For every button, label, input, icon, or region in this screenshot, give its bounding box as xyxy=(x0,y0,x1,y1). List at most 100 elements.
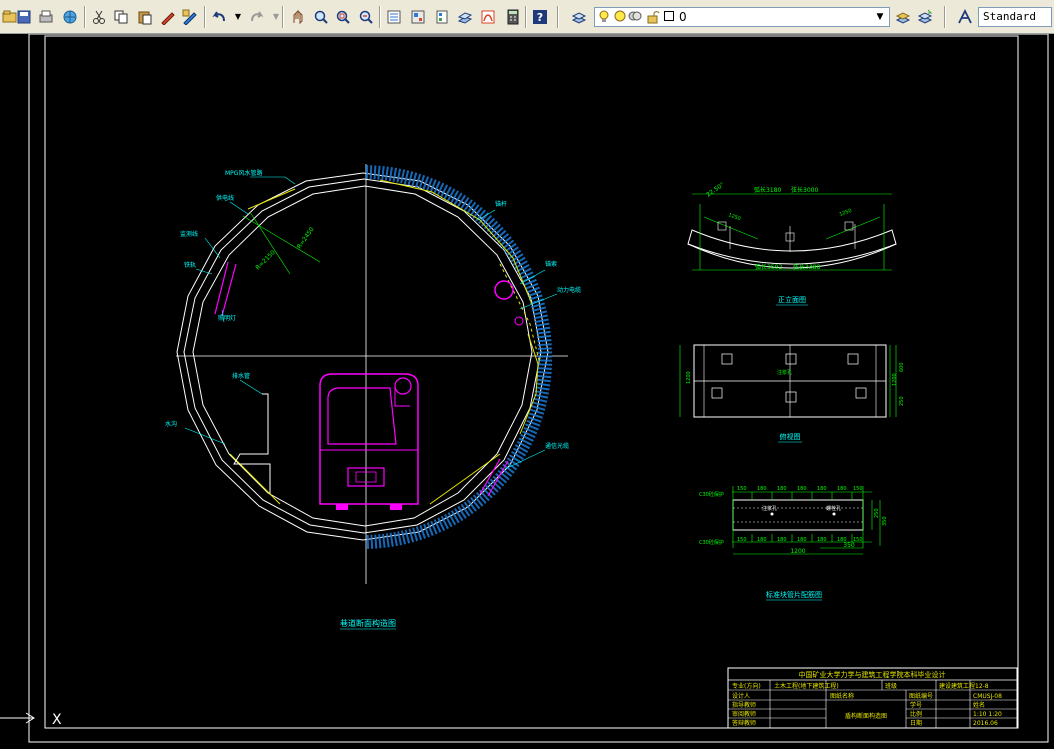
drawing-svg[interactable]: MPG风水管路 供电线 监测线 铁轨 照明灯 排水管 水沟 锚杆 锚索 动力电缆… xyxy=(0,33,1054,745)
anchor-line xyxy=(229,453,281,505)
bolt-label-grout: 注浆孔 xyxy=(762,505,777,512)
toolbar-separator xyxy=(557,6,559,28)
tb-cell-class-label: 班级 xyxy=(885,682,897,690)
segment-outer xyxy=(176,172,549,541)
tb-cell-major: 土木工程(地下建筑工程) xyxy=(774,682,839,690)
redo-icon[interactable] xyxy=(246,7,266,27)
bolt-plan-drawing xyxy=(732,486,881,555)
top-tick-label: 150 xyxy=(853,486,863,492)
bottom-tick-label: 150 xyxy=(737,537,747,543)
label-bolt: 锚杆 xyxy=(495,200,507,208)
label-anchor: 锚索 xyxy=(545,260,557,268)
quickcalc-icon[interactable] xyxy=(503,7,523,27)
save-icon[interactable] xyxy=(14,7,34,27)
publish-icon[interactable] xyxy=(60,7,80,27)
grout-fill xyxy=(365,165,553,549)
top-tick-label: 180 xyxy=(757,486,767,492)
text-style-name: Standard xyxy=(983,10,1036,23)
color-swatch-icon[interactable] xyxy=(662,10,676,24)
sheet-set-icon[interactable] xyxy=(455,7,475,27)
front-dim-angle: 22.50° xyxy=(705,181,726,198)
plan-dim-right-c: 250 xyxy=(899,396,905,406)
label-trough: 水沟 xyxy=(165,420,177,428)
bolt-left-tag-2: C30砼保护 xyxy=(699,539,724,546)
front-dim-sub-2: 1250 xyxy=(839,208,853,218)
cut-icon[interactable] xyxy=(89,7,109,27)
bolt-sub-dim: 350 xyxy=(843,542,855,549)
front-dim-bottom-b: 弦长3388 xyxy=(793,263,820,271)
section-label-group: MPG风水管路 供电线 监测线 铁轨 照明灯 排水管 水沟 锚杆 锚索 动力电缆… xyxy=(165,169,581,450)
block-editor-icon[interactable] xyxy=(180,7,200,27)
tb-cell-date-label: 日期 xyxy=(910,719,922,727)
plan-dim-right-b: 600 xyxy=(899,362,905,372)
tb-cell-designer-label: 设计人 xyxy=(732,692,750,700)
label-communication: 通信光缆 xyxy=(545,442,569,450)
front-view-drawing xyxy=(687,193,897,271)
tb-cell-advisor-label: 指导教师 xyxy=(732,701,756,709)
bulb-on-icon[interactable] xyxy=(597,10,611,24)
paste-icon[interactable] xyxy=(135,7,155,27)
plan-view-drawing xyxy=(679,344,897,418)
toolbar-separator xyxy=(204,6,206,28)
cable-tray xyxy=(214,261,237,317)
ucs-icon: X xyxy=(0,712,62,728)
label-power: 动力电缆 xyxy=(557,286,581,294)
layer-dropdown[interactable]: 0 ▼ xyxy=(594,7,890,27)
bottom-tick-label: 180 xyxy=(757,537,767,543)
zoom-realtime-icon[interactable] xyxy=(311,7,331,27)
bolt-left-tag-1: C30砼保护 xyxy=(699,491,724,498)
ucs-x-label: X xyxy=(52,712,62,728)
make-current-layer-icon[interactable] xyxy=(893,7,913,27)
zoom-previous-icon[interactable] xyxy=(356,7,376,27)
front-dim-top-a: 弧长3180 xyxy=(754,186,781,194)
help-icon[interactable]: ? xyxy=(530,7,550,27)
undo-dropdown-icon[interactable]: ▼ xyxy=(228,7,248,27)
design-center-icon[interactable] xyxy=(408,7,428,27)
zoom-window-icon[interactable] xyxy=(333,7,353,27)
text-style-icon[interactable] xyxy=(955,7,975,27)
front-dim-sub-1: 1250 xyxy=(727,212,741,222)
current-layer-name: 0 xyxy=(679,10,687,24)
tb-cell-reviewer-label: 审阅教师 xyxy=(732,710,756,718)
top-tick-label: 180 xyxy=(797,486,807,492)
undo-icon[interactable] xyxy=(210,7,230,27)
front-dim-top-b: 弦长3000 xyxy=(791,186,818,194)
svg-text:?: ? xyxy=(537,11,543,24)
section-title: 巷道断面构造图 xyxy=(340,618,396,628)
tool-palettes-icon[interactable] xyxy=(432,7,452,27)
tb-cell-drawing-name-label: 图纸名称 xyxy=(830,692,854,700)
toolbar-separator xyxy=(282,6,284,28)
tb-cell-drawing-name: 盾构断面构造图 xyxy=(845,712,887,720)
drawing-canvas[interactable]: MPG风水管路 供电线 监测线 铁轨 照明灯 排水管 水沟 锚杆 锚索 动力电缆… xyxy=(0,33,1054,745)
tb-cell-major-label: 专业(方向) xyxy=(732,682,761,690)
properties-icon[interactable] xyxy=(384,7,404,27)
match-properties-icon[interactable] xyxy=(158,7,178,27)
markup-icon[interactable] xyxy=(478,7,498,27)
tb-cell-class: 建设建筑工程12-8 xyxy=(939,682,989,690)
pan-icon[interactable] xyxy=(288,7,308,27)
bottom-tick-label: 180 xyxy=(777,537,787,543)
plan-center-label: 注浆孔 xyxy=(777,369,792,376)
shield-machine xyxy=(319,373,419,510)
tb-cell-scale-label: 比例 xyxy=(910,710,922,718)
copy-icon[interactable] xyxy=(111,7,131,27)
layer-previous-icon[interactable] xyxy=(915,7,935,27)
plan-dim-left: 1200 xyxy=(686,371,692,384)
toolbar-separator xyxy=(379,6,381,28)
front-view-title: 正立面图 xyxy=(778,295,806,304)
tb-cell-drawing-no-label: 图纸编号 xyxy=(909,692,933,700)
plot-icon[interactable] xyxy=(36,7,56,27)
cable-reel-small xyxy=(514,316,524,326)
toolbar-separator xyxy=(525,6,527,28)
dim-radius-lines xyxy=(242,211,321,275)
text-style-dropdown[interactable]: Standard xyxy=(978,7,1052,27)
bolt-plan-top-ticks: 150 180 180 180 180 180 150 xyxy=(737,486,863,492)
bolt-total-dim: 1200 xyxy=(790,548,805,555)
sun-viewport-icon[interactable] xyxy=(628,10,642,24)
cable-reel xyxy=(494,280,514,300)
chevron-down-icon[interactable]: ▼ xyxy=(873,9,887,25)
sun-icon[interactable] xyxy=(613,10,627,24)
unlocked-icon[interactable] xyxy=(646,10,660,24)
toolbar-separator xyxy=(84,6,86,28)
layer-manager-icon[interactable] xyxy=(569,7,589,27)
